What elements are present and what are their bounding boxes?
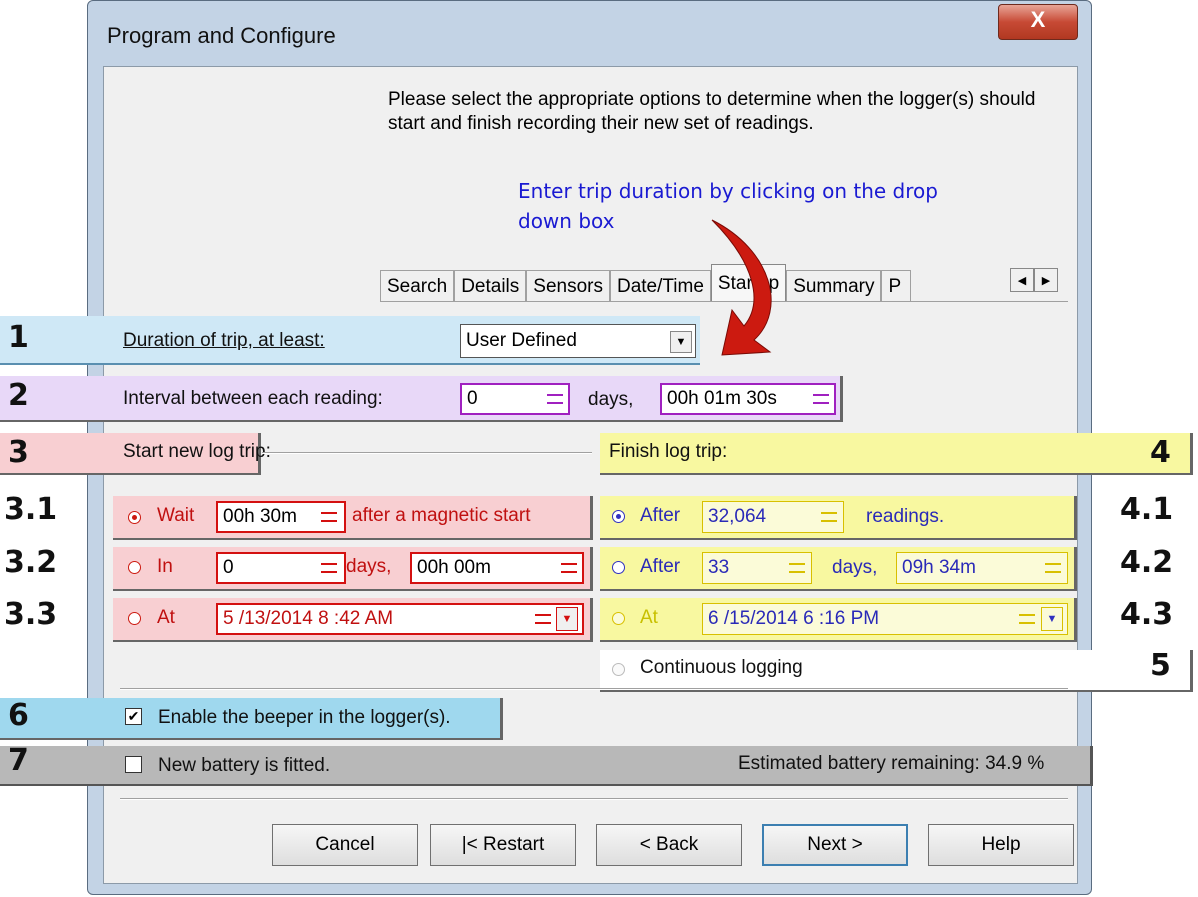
wait-radio[interactable] xyxy=(128,511,141,524)
at-finish-label: At xyxy=(640,607,658,628)
in-label: In xyxy=(157,556,173,577)
tab-scroll-arrows: ◀ ▶ xyxy=(1010,268,1058,292)
at-start-dropdown-icon[interactable]: ▼ xyxy=(556,607,578,631)
after-readings-suffix: readings. xyxy=(866,506,945,527)
in-radio[interactable] xyxy=(128,561,141,574)
in-time-spinner[interactable] xyxy=(558,554,580,582)
interval-days-label: days, xyxy=(588,389,634,410)
in-days-value: 0 xyxy=(223,557,234,578)
marker-6: 6 xyxy=(8,698,29,733)
wait-suffix: after a magnetic start xyxy=(352,505,531,526)
at-start-label: At xyxy=(157,607,175,628)
battery-checkbox[interactable] xyxy=(125,756,142,773)
after-days-unit: days, xyxy=(832,557,878,578)
close-icon: X xyxy=(1030,7,1046,32)
tab-details[interactable]: Details xyxy=(454,270,527,302)
after-days-value: 33 xyxy=(708,557,730,578)
wait-time-spinner[interactable] xyxy=(318,503,340,531)
duration-select[interactable]: User Defined xyxy=(460,324,696,358)
tab-scroll-left-icon[interactable]: ◀ xyxy=(1010,268,1034,292)
wait-time-value: 00h 30m xyxy=(223,506,297,527)
marker-2: 2 xyxy=(8,378,29,413)
marker-7: 7 xyxy=(8,743,29,778)
at-start-spinner[interactable] xyxy=(532,605,554,633)
after-days-label: After xyxy=(640,556,681,577)
after-readings-radio[interactable] xyxy=(612,510,625,523)
at-start-radio[interactable] xyxy=(128,612,141,625)
start-heading: Start new log trip: xyxy=(123,441,271,462)
marker-4: 4 xyxy=(1150,435,1171,470)
after-days-radio[interactable] xyxy=(612,561,625,574)
tab-more[interactable]: P xyxy=(881,270,912,302)
beeper-label: Enable the beeper in the logger(s). xyxy=(158,707,451,728)
interval-label: Interval between each reading: xyxy=(123,388,383,409)
after-time-value: 09h 34m xyxy=(902,557,976,578)
tab-sensors[interactable]: Sensors xyxy=(526,270,610,302)
at-finish-datetime-value: 6 /15/2014 6 :16 PM xyxy=(708,608,880,629)
restart-button[interactable]: |< Restart xyxy=(430,824,576,866)
at-finish-dropdown-icon[interactable]: ▼ xyxy=(1041,607,1063,631)
duration-value: User Defined xyxy=(466,330,577,351)
at-start-datetime-input[interactable]: 5 /13/2014 8 :42 AM xyxy=(216,603,584,635)
marker-1: 1 xyxy=(8,320,29,355)
marker-5: 5 xyxy=(1150,648,1171,683)
after-readings-spinner[interactable] xyxy=(818,503,840,531)
at-finish-datetime-input[interactable]: 6 /15/2014 6 :16 PM xyxy=(702,603,1068,635)
tab-strip: Search Details Sensors Date/Time Startup… xyxy=(380,264,912,302)
marker-3: 3 xyxy=(8,435,29,470)
tab-search[interactable]: Search xyxy=(380,270,455,302)
duration-dropdown-icon[interactable]: ▼ xyxy=(670,331,692,353)
close-button[interactable]: X xyxy=(998,4,1078,40)
marker-3-2: 3.2 xyxy=(4,545,58,580)
battery-estimate: Estimated battery remaining: 34.9 % xyxy=(738,753,1045,774)
tab-scroll-right-icon[interactable]: ▶ xyxy=(1034,268,1058,292)
interval-time-spinner[interactable] xyxy=(810,386,832,412)
after-readings-label: After xyxy=(640,505,681,526)
after-readings-value: 32,064 xyxy=(708,506,767,527)
wait-label: Wait xyxy=(157,505,195,526)
marker-4-3: 4.3 xyxy=(1120,597,1174,632)
marker-3-3: 3.3 xyxy=(4,597,58,632)
finish-heading: Finish log trip: xyxy=(609,441,728,462)
continuous-radio[interactable] xyxy=(612,663,625,676)
at-start-datetime-value: 5 /13/2014 8 :42 AM xyxy=(223,608,394,629)
cancel-button[interactable]: Cancel xyxy=(272,824,418,866)
start-heading-rule xyxy=(262,452,592,454)
continuous-label: Continuous logging xyxy=(640,657,803,678)
in-time-value: 00h 00m xyxy=(417,557,491,578)
next-button[interactable]: Next > xyxy=(762,824,908,866)
marker-3-1: 3.1 xyxy=(4,492,58,527)
buttons-separator xyxy=(120,798,1068,800)
annotation-arrow-icon xyxy=(711,219,772,356)
in-days-label: days, xyxy=(346,556,392,577)
back-button[interactable]: < Back xyxy=(596,824,742,866)
duration-label: Duration of trip, at least: xyxy=(123,330,325,351)
marker-4-2: 4.2 xyxy=(1120,545,1174,580)
marker-4-1: 4.1 xyxy=(1120,492,1174,527)
options-separator xyxy=(120,688,1068,690)
interval-days-spinner[interactable] xyxy=(544,386,566,412)
at-finish-radio[interactable] xyxy=(612,612,625,625)
in-days-spinner[interactable] xyxy=(318,554,340,582)
battery-label: New battery is fitted. xyxy=(158,755,331,776)
at-finish-spinner[interactable] xyxy=(1016,605,1038,633)
window-title: Program and Configure xyxy=(107,23,336,48)
help-button[interactable]: Help xyxy=(928,824,1074,866)
after-time-spinner[interactable] xyxy=(1042,554,1064,582)
beeper-checkbox[interactable]: ✔ xyxy=(125,708,142,725)
interval-days-value: 0 xyxy=(467,388,478,409)
interval-time-value: 00h 01m 30s xyxy=(667,388,777,409)
after-days-spinner[interactable] xyxy=(786,554,808,582)
instructions-text: Please select the appropriate options to… xyxy=(388,89,1036,134)
